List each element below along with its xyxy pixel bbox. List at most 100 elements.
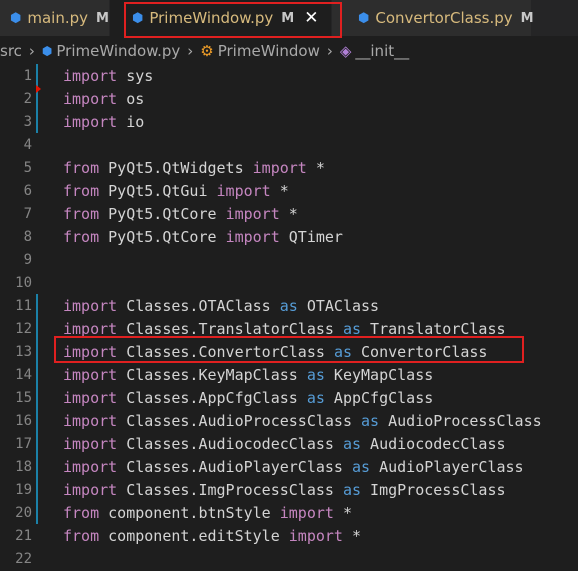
code-token: ConvertorClass bbox=[352, 342, 488, 361]
code-line[interactable]: 15 import Classes.AppCfgClass as AppCfgCl… bbox=[0, 386, 578, 409]
breadcrumb-folder[interactable]: src bbox=[0, 42, 22, 60]
code-text: from component.editStyle import * bbox=[63, 527, 361, 545]
line-number: 3 bbox=[23, 113, 32, 130]
code-keyword: import bbox=[63, 319, 118, 338]
code-line[interactable]: 13 import Classes.ConvertorClass as Conve… bbox=[0, 340, 578, 363]
line-number: 12 bbox=[15, 320, 32, 337]
code-token: AudioPlayerClass bbox=[370, 457, 524, 476]
code-line[interactable]: 20 from component.btnStyle import * bbox=[0, 501, 578, 524]
code-text: from PyQt5.QtWidgets import * bbox=[63, 159, 325, 177]
code-line[interactable]: 17 import Classes.AudiocodecClass as Audi… bbox=[0, 432, 578, 455]
breadcrumb-method[interactable]: __init__ bbox=[355, 42, 409, 60]
code-token: * bbox=[270, 181, 289, 200]
line-number: 10 bbox=[15, 274, 32, 291]
code-keyword: import bbox=[63, 365, 118, 384]
chevron-right-icon: › bbox=[28, 42, 35, 60]
code-text: import Classes.AudioProcessClass as Audi… bbox=[63, 412, 542, 430]
code-keyword: as bbox=[306, 388, 325, 407]
code-token: * bbox=[279, 204, 298, 223]
close-icon[interactable]: ✕ bbox=[304, 8, 318, 28]
tab-primewindow-py[interactable]: ⬢ PrimeWindow.py M ✕ bbox=[110, 0, 332, 36]
code-line[interactable]: 2 import os bbox=[0, 87, 578, 110]
code-keyword: as bbox=[361, 411, 380, 430]
line-number: 5 bbox=[23, 159, 32, 176]
code-line[interactable]: 9 bbox=[0, 248, 578, 271]
tab-convertorclass-py[interactable]: ⬢ ConvertorClass.py M bbox=[332, 0, 534, 36]
code-line[interactable]: 10 bbox=[0, 271, 578, 294]
code-line[interactable]: 11 import Classes.OTAClass as OTAClass bbox=[0, 294, 578, 317]
breadcrumb-file[interactable]: PrimeWindow.py bbox=[56, 42, 180, 60]
code-token: * bbox=[333, 503, 352, 522]
code-keyword: as bbox=[279, 296, 298, 315]
line-number: 18 bbox=[15, 458, 32, 475]
code-line[interactable]: 1 import sys bbox=[0, 64, 578, 87]
line-number: 16 bbox=[15, 412, 32, 429]
code-keyword: from bbox=[63, 204, 100, 223]
line-number: 2 bbox=[23, 90, 32, 107]
code-line[interactable]: 19 import Classes.ImgProcessClass as ImgP… bbox=[0, 478, 578, 501]
breadcrumb-class[interactable]: PrimeWindow bbox=[218, 42, 320, 60]
method-symbol-icon: ◈ bbox=[339, 42, 352, 60]
tab-label: main.py bbox=[27, 9, 89, 27]
code-line[interactable]: 3 import io bbox=[0, 110, 578, 133]
code-token: Classes.OTAClass bbox=[117, 296, 280, 315]
code-line[interactable]: 12 import Classes.TranslatorClass as Tran… bbox=[0, 317, 578, 340]
line-number: 21 bbox=[15, 527, 32, 544]
tab-main-py[interactable]: ⬢ main.py M bbox=[0, 0, 110, 36]
code-text: from PyQt5.QtGui import * bbox=[63, 182, 289, 200]
code-line[interactable]: 5 from PyQt5.QtWidgets import * bbox=[0, 156, 578, 179]
code-token: PyQt5.QtWidgets bbox=[99, 158, 253, 177]
python-file-icon: ⬢ bbox=[41, 44, 53, 58]
code-token: AudiocodecClass bbox=[361, 434, 506, 453]
code-token: PyQt5.QtCore bbox=[99, 227, 226, 246]
code-keyword: import bbox=[63, 342, 118, 361]
code-token: OTAClass bbox=[297, 296, 380, 315]
code-line[interactable]: 7 from PyQt5.QtCore import * bbox=[0, 202, 578, 225]
code-line[interactable]: 18 import Classes.AudioPlayerClass as Aud… bbox=[0, 455, 578, 478]
code-keyword: import bbox=[63, 457, 118, 476]
code-token: * bbox=[342, 526, 362, 545]
code-keyword: as bbox=[342, 319, 362, 338]
code-token: Classes.TranslatorClass bbox=[117, 319, 343, 338]
code-token: AppCfgClass bbox=[324, 388, 434, 407]
code-keyword: from bbox=[63, 227, 100, 246]
code-keyword: import bbox=[252, 158, 307, 177]
line-number: 8 bbox=[23, 228, 32, 245]
code-text: import Classes.AppCfgClass as AppCfgClas… bbox=[63, 389, 433, 407]
code-text: from PyQt5.QtCore import QTimer bbox=[63, 228, 343, 246]
code-line[interactable]: 4 bbox=[0, 133, 578, 156]
python-file-icon: ⬢ bbox=[358, 10, 370, 26]
code-text: import Classes.AudiocodecClass as Audioc… bbox=[63, 435, 506, 453]
code-line[interactable]: 16 import Classes.AudioProcessClass as Au… bbox=[0, 409, 578, 432]
code-token: * bbox=[306, 158, 325, 177]
code-keyword: import bbox=[63, 89, 118, 108]
code-text: import io bbox=[63, 113, 144, 131]
line-number: 9 bbox=[23, 251, 32, 268]
modified-badge: M bbox=[281, 10, 295, 26]
editor-tab-bar: ⬢ main.py M ⬢ PrimeWindow.py M ✕ ⬢ Conve… bbox=[0, 0, 578, 36]
code-token: TranslatorClass bbox=[361, 319, 506, 338]
code-keyword: as bbox=[352, 457, 371, 476]
code-text: import Classes.KeyMapClass as KeyMapClas… bbox=[63, 366, 433, 384]
code-keyword: import bbox=[63, 296, 118, 315]
code-keyword: import bbox=[63, 480, 118, 499]
code-keyword: as bbox=[333, 342, 352, 361]
code-line[interactable]: 21 from component.editStyle import * bbox=[0, 524, 578, 547]
code-line[interactable]: 6 from PyQt5.QtGui import * bbox=[0, 179, 578, 202]
code-text: import Classes.AudioPlayerClass as Audio… bbox=[63, 458, 524, 476]
code-text: import Classes.ImgProcessClass as ImgPro… bbox=[63, 481, 506, 499]
code-line[interactable]: 14 import Classes.KeyMapClass as KeyMapCl… bbox=[0, 363, 578, 386]
code-token: Classes.AppCfgClass bbox=[117, 388, 307, 407]
code-line[interactable]: 8 from PyQt5.QtCore import QTimer bbox=[0, 225, 578, 248]
code-token: ImgProcessClass bbox=[361, 480, 506, 499]
modified-badge: M bbox=[96, 10, 109, 26]
code-text: from PyQt5.QtCore import * bbox=[63, 205, 298, 223]
code-text: import os bbox=[63, 90, 144, 108]
code-editor[interactable]: 1 import sys 2 import os 3 import io 4 5 from Py… bbox=[0, 64, 578, 571]
code-text: import Classes.TranslatorClass as Transl… bbox=[63, 320, 506, 338]
code-line[interactable]: 22 bbox=[0, 547, 578, 570]
code-keyword: import bbox=[63, 434, 118, 453]
code-keyword: as bbox=[342, 434, 362, 453]
code-token: os bbox=[117, 89, 145, 108]
tab-label: PrimeWindow.py bbox=[149, 9, 274, 27]
